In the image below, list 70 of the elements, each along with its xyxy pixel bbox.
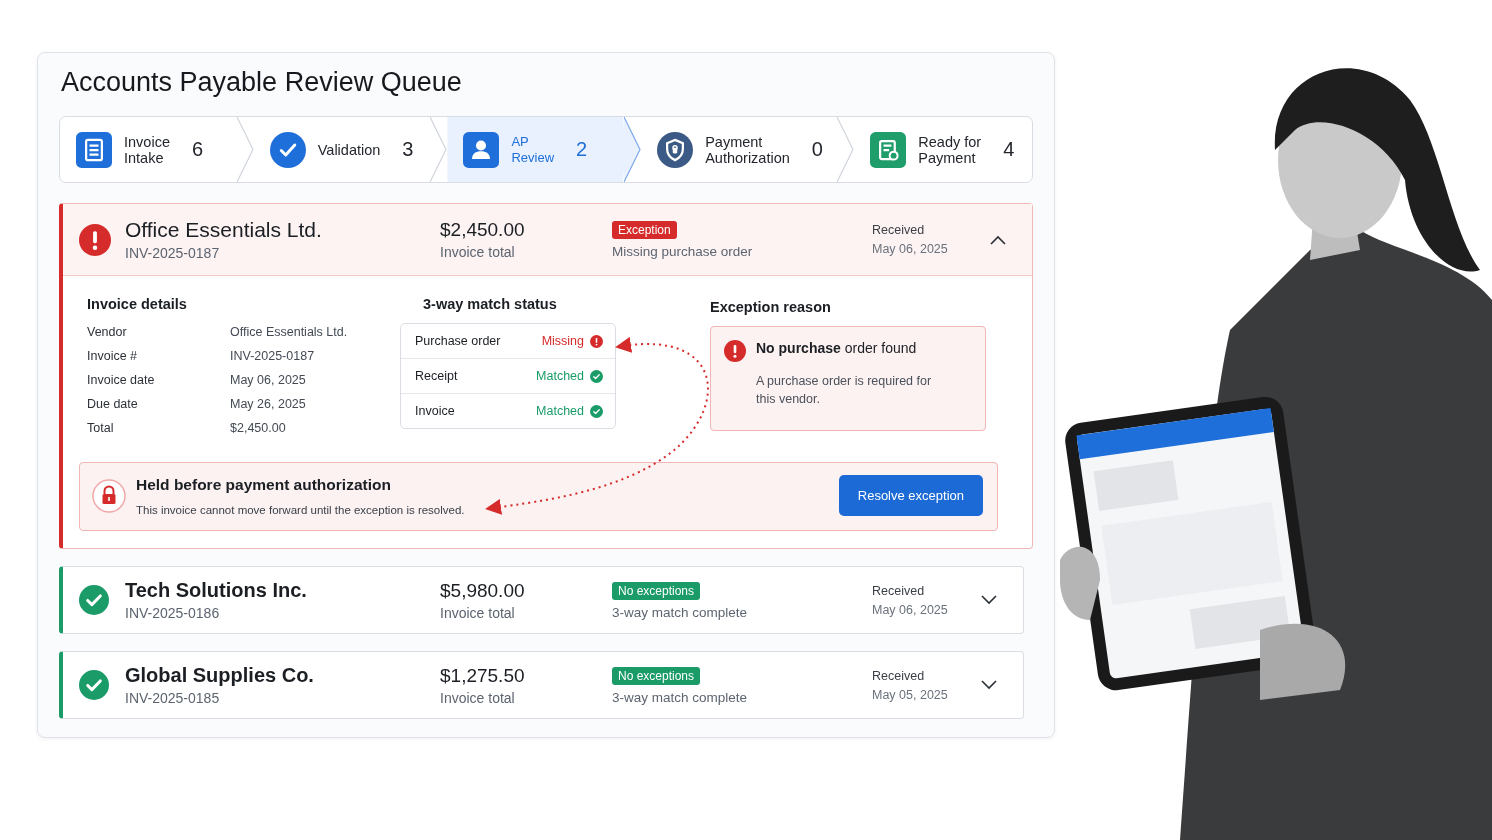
invoice-number: INV-2025-0187 bbox=[125, 245, 221, 261]
vendor-name: Office Essentials Ltd. bbox=[125, 218, 323, 242]
workflow-step[interactable]: Ready for Payment 4 bbox=[854, 117, 1032, 182]
detail-label: Invoice date bbox=[87, 373, 156, 387]
status-note: Missing purchase order bbox=[612, 244, 754, 259]
status-badge: Exception bbox=[612, 221, 677, 239]
received-date: May 05, 2025 bbox=[872, 687, 949, 702]
vendor-name: Global Supplies Co. bbox=[125, 664, 315, 687]
workflow-step[interactable]: Invoice Intake 6 bbox=[60, 117, 238, 182]
status-badge: No exceptions bbox=[612, 581, 701, 600]
match-label: Purchase order bbox=[415, 334, 502, 348]
received-label: Received bbox=[872, 668, 926, 683]
hold-text: This invoice cannot move forward until the exception is resolved. bbox=[136, 503, 466, 516]
invoice-number: INV-2025-0186 bbox=[125, 605, 221, 621]
received-date: May 06, 2025 bbox=[872, 602, 949, 617]
step-count: 0 bbox=[811, 138, 823, 161]
page-title: Accounts Payable Review Queue bbox=[61, 67, 463, 98]
vendor-name: Tech Solutions Inc. bbox=[125, 579, 308, 602]
detail-label: Vendor bbox=[87, 325, 128, 339]
chevron-down-icon[interactable] bbox=[981, 680, 997, 690]
received-date: May 06, 2025 bbox=[872, 242, 949, 256]
detail-value: May 26, 2025 bbox=[230, 397, 307, 411]
detail-value: $2,450.00 bbox=[230, 421, 287, 435]
invoice-amount: $1,275.50 bbox=[440, 664, 526, 687]
invoice-number: INV-2025-0185 bbox=[125, 690, 221, 706]
section-title: Invoice details bbox=[87, 296, 188, 312]
workflow-step[interactable]: Payment Authorization 0 bbox=[641, 117, 839, 182]
step-count: 3 bbox=[402, 138, 414, 161]
received-label: Received bbox=[872, 583, 926, 598]
check-icon bbox=[590, 369, 603, 383]
amount-label: Invoice total bbox=[440, 604, 516, 621]
received-label: Received bbox=[872, 223, 926, 237]
detail-label: Total bbox=[87, 421, 115, 435]
lock-icon bbox=[92, 478, 126, 513]
invoice-amount: $5,980.00 bbox=[440, 579, 526, 602]
status-note: 3-way match complete bbox=[612, 604, 749, 620]
chevron-down-icon[interactable] bbox=[981, 595, 997, 605]
resolve-button[interactable]: Resolve exception bbox=[838, 475, 983, 516]
amount-label: Invoice total bbox=[440, 244, 516, 260]
amount-label: Invoice total bbox=[440, 689, 516, 706]
chevron-up-icon[interactable] bbox=[990, 234, 1006, 245]
detail-label: Invoice # bbox=[87, 349, 139, 363]
detail-value: May 06, 2025 bbox=[230, 373, 307, 387]
chevron-divider bbox=[624, 117, 643, 182]
detail-value: INV-2025-0187 bbox=[230, 349, 316, 363]
check-icon bbox=[79, 585, 109, 615]
check-icon bbox=[79, 670, 109, 700]
match-status: Matched bbox=[536, 369, 584, 383]
step-count: 6 bbox=[191, 138, 204, 161]
exception-heading: No purchase order found bbox=[756, 340, 918, 358]
status-note: 3-way match complete bbox=[612, 689, 749, 705]
detail-value: Office Essentials Ltd. bbox=[230, 325, 349, 339]
alert-icon bbox=[724, 340, 746, 362]
alert-icon bbox=[79, 223, 111, 256]
section-title: 3-way match status bbox=[422, 296, 558, 312]
detail-label: Due date bbox=[87, 397, 139, 411]
status-badge: No exceptions bbox=[612, 666, 701, 685]
step-count: 2 bbox=[576, 138, 588, 161]
step-count: 4 bbox=[1003, 138, 1015, 161]
match-label: Invoice bbox=[415, 404, 456, 418]
section-title: Exception reason bbox=[710, 299, 832, 315]
match-status: Matched bbox=[536, 404, 584, 418]
match-status: Missing bbox=[541, 334, 584, 348]
alert-icon bbox=[590, 334, 603, 348]
hold-title: Held before payment authorization bbox=[136, 475, 392, 494]
match-label: Receipt bbox=[415, 369, 459, 383]
exception-text: A purchase order is required for this vendor. bbox=[756, 373, 933, 408]
check-icon bbox=[590, 404, 603, 418]
invoice-amount: $2,450.00 bbox=[440, 219, 526, 241]
workflow-step[interactable]: Validation 3 bbox=[253, 117, 432, 182]
